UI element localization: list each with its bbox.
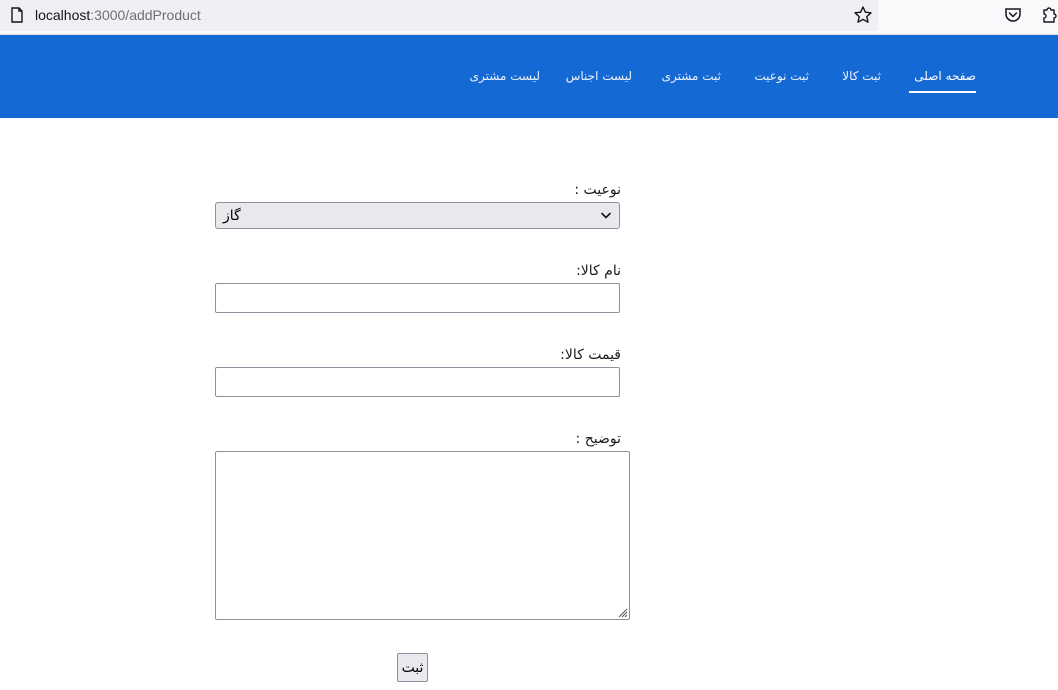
nav-item-customer-list[interactable]: لیست مشتری — [470, 68, 540, 84]
nav-item-home[interactable]: صفحه اصلی — [914, 68, 976, 84]
description-textarea[interactable] — [215, 451, 630, 620]
product-price-label: قیمت کالا: — [560, 347, 621, 363]
nav-item-product-list[interactable]: لیست اجناس — [566, 68, 632, 84]
star-icon[interactable] — [853, 5, 873, 25]
nav-item-add-type[interactable]: ثبت نوعیت — [754, 68, 809, 84]
type-label: نوعیت : — [574, 182, 621, 198]
url-path: :3000/addProduct — [90, 7, 201, 23]
pocket-icon[interactable] — [1004, 6, 1022, 24]
chevron-down-icon — [601, 212, 611, 219]
url-text[interactable]: localhost:3000/addProduct — [35, 7, 201, 23]
description-label: توضیح : — [575, 431, 621, 447]
browser-toolbar: localhost:3000/addProduct — [0, 0, 1058, 35]
product-name-input[interactable] — [215, 283, 620, 313]
navbar: صفحه اصلی ثبت کالا ثبت نوعیت ثبت مشتری ل… — [0, 35, 1058, 118]
type-select[interactable]: گاز — [215, 202, 620, 229]
product-price-input[interactable] — [215, 367, 620, 397]
submit-button[interactable]: ثبت — [397, 653, 428, 682]
nav-item-add-customer[interactable]: ثبت مشتری — [662, 68, 721, 84]
page-icon — [11, 7, 23, 23]
extensions-icon[interactable] — [1040, 5, 1058, 25]
nav-item-add-product[interactable]: ثبت کالا — [842, 68, 881, 84]
type-selected-value: گاز — [223, 208, 241, 224]
resize-handle-icon[interactable] — [616, 606, 628, 618]
url-host: localhost — [35, 7, 91, 23]
product-name-label: نام کالا: — [576, 263, 621, 279]
address-bar[interactable]: localhost:3000/addProduct — [0, 0, 878, 31]
active-nav-indicator — [909, 91, 976, 93]
